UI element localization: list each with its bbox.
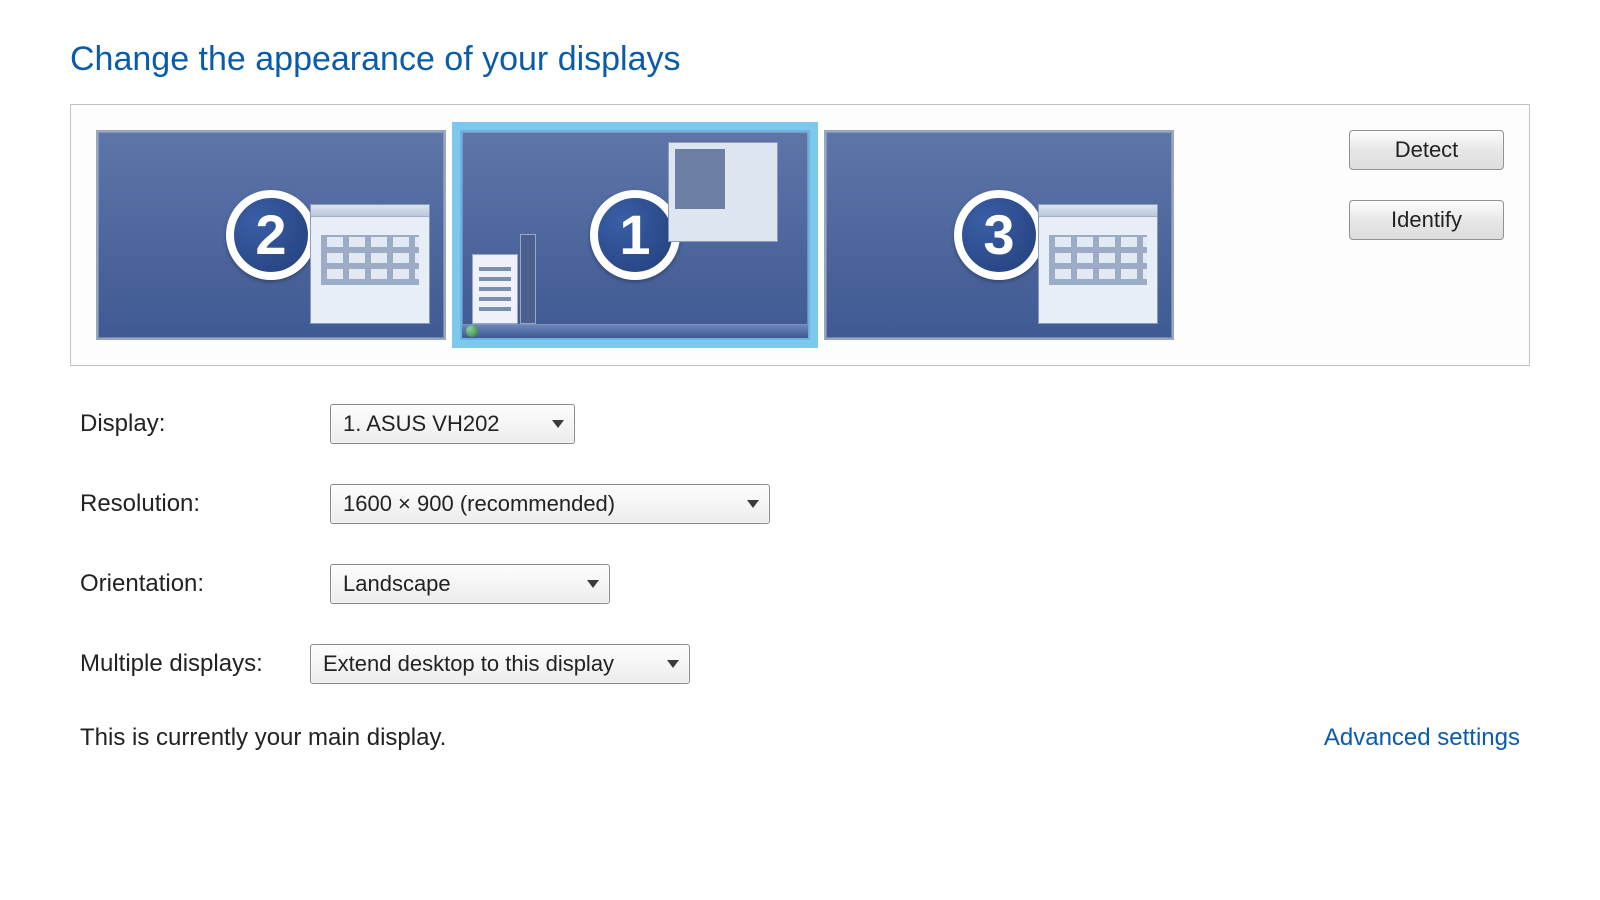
identify-button[interactable]: Identify <box>1349 200 1504 240</box>
resolution-label: Resolution: <box>80 490 330 518</box>
advanced-settings-link[interactable]: Advanced settings <box>1324 724 1520 752</box>
window-icon <box>472 254 518 324</box>
chevron-down-icon <box>552 420 564 428</box>
multiple-displays-select[interactable]: Extend desktop to this display <box>310 644 690 684</box>
window-icon <box>668 142 778 242</box>
multiple-displays-select-value: Extend desktop to this display <box>323 651 614 677</box>
display-select-value: 1. ASUS VH202 <box>343 411 500 437</box>
monitor-number: 3 <box>983 207 1014 263</box>
monitors-row: 2 1 3 <box>96 130 1174 340</box>
monitor-tile-1[interactable]: 1 <box>460 130 810 340</box>
resolution-select[interactable]: 1600 × 900 (recommended) <box>330 484 770 524</box>
start-orb-icon <box>466 325 478 337</box>
orientation-label: Orientation: <box>80 570 330 598</box>
display-label: Display: <box>80 410 330 438</box>
monitor-number-badge: 2 <box>226 190 316 280</box>
resolution-select-value: 1600 × 900 (recommended) <box>343 491 615 517</box>
monitor-number: 2 <box>255 207 286 263</box>
monitor-tile-2[interactable]: 2 <box>96 130 446 340</box>
window-icon <box>1038 204 1158 324</box>
chevron-down-icon <box>587 580 599 588</box>
detect-button[interactable]: Detect <box>1349 130 1504 170</box>
monitor-number-badge: 1 <box>590 190 680 280</box>
chevron-down-icon <box>667 660 679 668</box>
multiple-displays-label: Multiple displays: <box>80 650 310 678</box>
display-select[interactable]: 1. ASUS VH202 <box>330 404 575 444</box>
taskbar-icon <box>462 324 808 338</box>
page-title: Change the appearance of your displays <box>70 40 1530 79</box>
orientation-select-value: Landscape <box>343 571 451 597</box>
orientation-select[interactable]: Landscape <box>330 564 610 604</box>
monitor-number: 1 <box>619 207 650 263</box>
display-arrangement-panel: 2 1 3 <box>70 104 1530 366</box>
monitor-tile-3[interactable]: 3 <box>824 130 1174 340</box>
window-icon <box>310 204 430 324</box>
chevron-down-icon <box>747 500 759 508</box>
monitor-number-badge: 3 <box>954 190 1044 280</box>
main-display-status: This is currently your main display. <box>80 724 446 752</box>
window-icon <box>520 234 536 324</box>
